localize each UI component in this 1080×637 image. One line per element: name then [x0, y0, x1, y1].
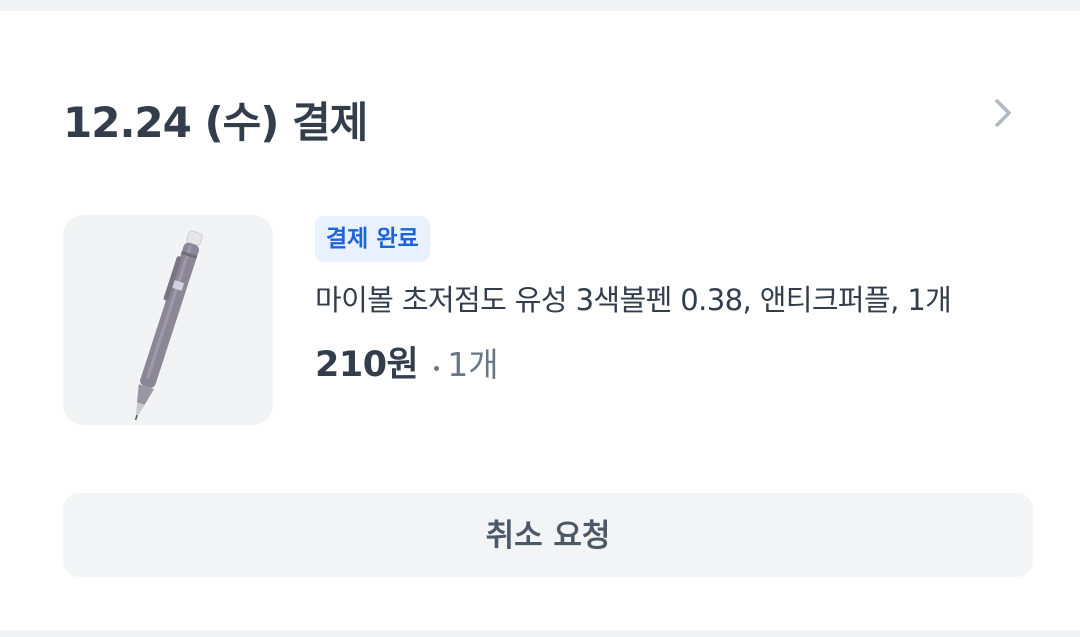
cancel-request-button[interactable]: 취소 요청 — [63, 493, 1033, 577]
pen-image — [134, 230, 203, 421]
chevron-right-icon[interactable] — [983, 93, 1023, 133]
order-card: 12.24 (수) 결제 결제 완료 마이볼 초저점도 유성 3색볼펜 0.38… — [0, 11, 1080, 630]
price-line: 210원 1개 — [315, 336, 1015, 385]
order-header[interactable]: 12.24 (수) 결제 — [63, 87, 1023, 167]
product-name: 마이볼 초저점도 유성 3색볼펜 0.38, 앤티크퍼플, 1개 — [315, 283, 952, 317]
product-row[interactable]: 결제 완료 마이볼 초저점도 유성 3색볼펜 0.38, 앤티크퍼플, 1개 2… — [63, 215, 1023, 425]
separator-dot — [434, 366, 440, 371]
product-info: 결제 완료 마이볼 초저점도 유성 3색볼펜 0.38, 앤티크퍼플, 1개 2… — [315, 215, 1015, 385]
status-badge: 결제 완료 — [315, 216, 430, 262]
product-price: 210원 — [315, 345, 419, 385]
product-quantity: 1개 — [447, 345, 499, 384]
order-date-title: 12.24 (수) 결제 — [63, 98, 368, 147]
product-image[interactable] — [63, 215, 273, 425]
